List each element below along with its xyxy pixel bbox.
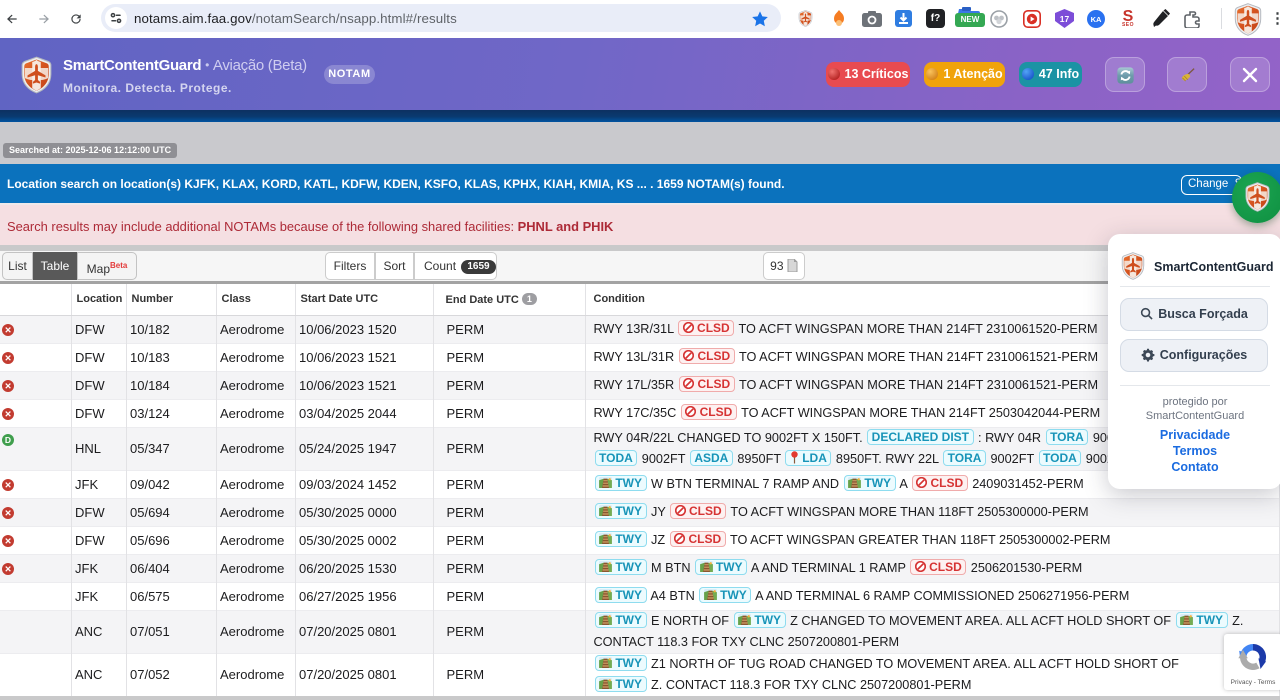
svg-text:17: 17 — [1060, 14, 1070, 24]
svg-text:KA: KA — [1091, 15, 1102, 24]
